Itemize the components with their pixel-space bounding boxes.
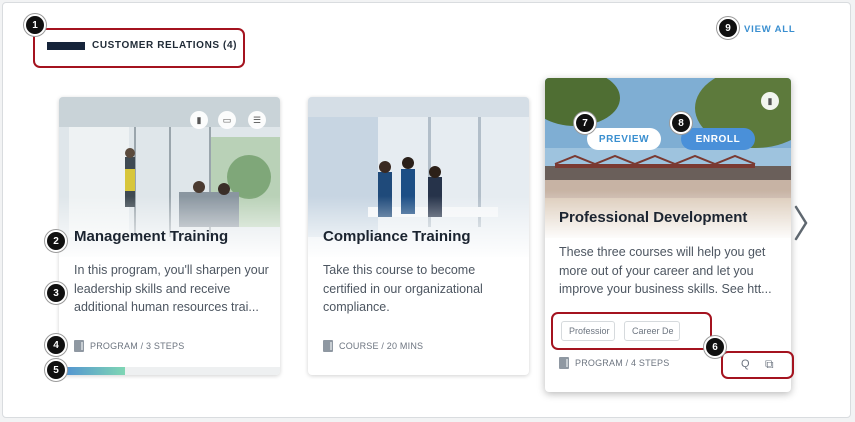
highlight-action-icons [721,351,794,379]
program-icon [74,340,84,352]
card-compliance-training[interactable]: Compliance Training Take this course to … [308,97,529,375]
card-title: Management Training [74,228,229,245]
card-meta: PROGRAM / 3 STEPS [74,340,184,352]
enroll-button[interactable]: ENROLL [681,128,755,150]
callout-badge-2: 2 [45,230,67,252]
card-meta: PROGRAM / 4 STEPS [559,357,669,369]
card-meta-label: PROGRAM / 3 STEPS [90,341,185,351]
card-meta: COURSE / 20 MINS [323,340,423,352]
highlight-tags [551,312,712,350]
book-icon: ▮ [761,92,779,110]
course-icon [323,340,333,352]
customer-relations-panel: CUSTOMER RELATIONS (4) 1 VIEW ALL 9 ▮ ▭ … [2,2,851,418]
progress-bar [59,367,280,375]
checklist-icon: ☰ [248,111,266,129]
card-meta-label: PROGRAM / 4 STEPS [575,358,670,368]
card-description: In this program, you'll sharpen your lea… [74,263,269,314]
callout-badge-3: 3 [45,282,67,304]
callout-badge-1: 1 [24,14,46,36]
card-description: These three courses will help you get mo… [559,245,772,296]
card-meta-label: COURSE / 20 MINS [339,341,424,351]
callout-badge-6: 6 [704,336,726,358]
presentation-icon: ▭ [218,111,236,129]
view-all-link[interactable]: VIEW ALL [744,24,795,35]
callout-badge-9: 9 [717,17,739,39]
card-description: Take this course to become certified in … [323,263,483,314]
card-management-training[interactable]: ▮ ▭ ☰ Management Training In this progra… [59,97,280,375]
card-title: Compliance Training [323,228,471,245]
callout-badge-4: 4 [45,334,67,356]
callout-badge-8: 8 [670,112,692,134]
program-icon [559,357,569,369]
book-icon: ▮ [190,111,208,129]
progress-fill [59,367,126,375]
chevron-right-icon[interactable] [791,203,811,243]
card-title: Professional Development [559,209,748,226]
highlight-section-title [33,28,245,68]
preview-button[interactable]: PREVIEW [587,128,661,150]
callout-badge-5: 5 [45,359,67,381]
callout-badge-7: 7 [574,112,596,134]
